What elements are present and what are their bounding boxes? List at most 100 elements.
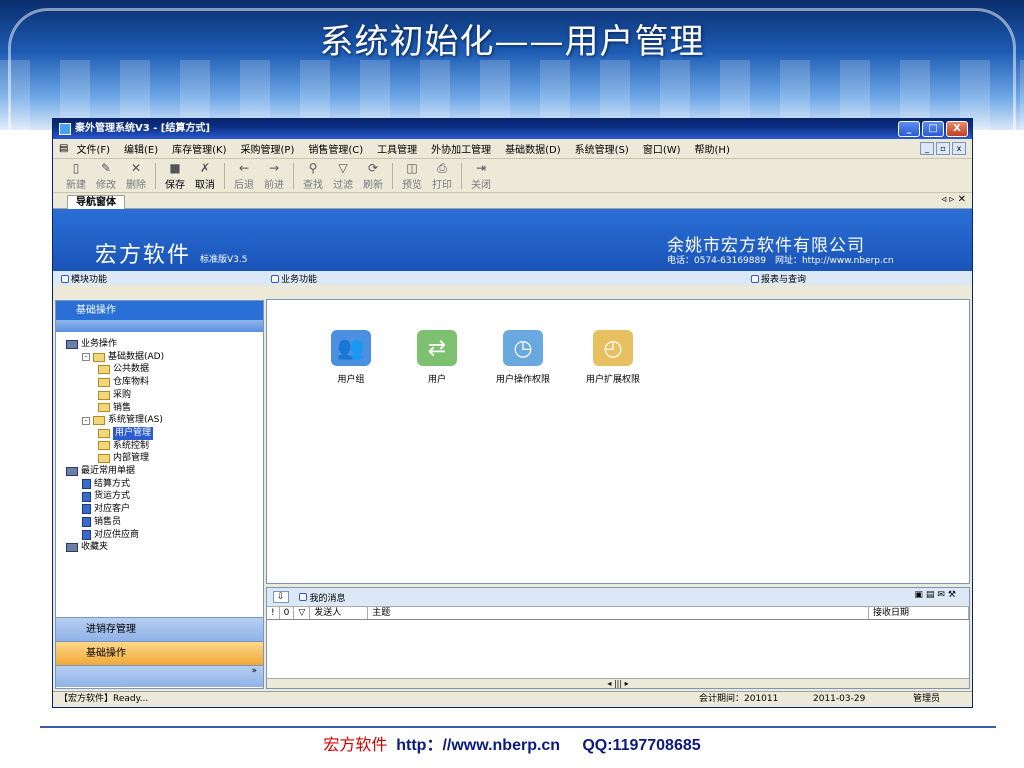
tree-node[interactable]: - 基础数据(AD) [66,351,263,364]
tree-node[interactable]: 对应供应商 [66,529,263,542]
tab-navigation[interactable]: 导航窗体 [67,195,125,209]
menu-item-6[interactable]: 外协加工管理 [431,141,491,156]
menu-item-4[interactable]: 销售管理(C) [308,141,363,156]
brand-name: 宏方软件 标准版V3.5 [95,243,248,268]
tree-node[interactable]: 结算方式 [66,478,263,491]
left-panel-header[interactable]: 基础操作 [56,301,263,320]
toolbar-cancel-button[interactable]: ✗ 取消 [190,160,220,191]
document-icon [82,491,91,502]
column-flag[interactable]: ▽ [294,607,311,619]
status-ready: 【宏方软件】Ready... [59,694,149,704]
toolbar-preview-button[interactable]: ◫ 预览 [397,160,427,191]
nav-basic-ops-button[interactable]: 基础操作 [56,641,263,665]
toolbar-label: 删除 [126,180,146,191]
tree-node[interactable]: - 系统管理(AS) [66,414,263,427]
download-arrow-icon[interactable]: ⇩ [273,591,289,603]
tree-node[interactable]: 系统控制 [66,440,263,453]
slide-footer: 宏方软件 http：//www.nberp.cn QQ:1197708685 [0,731,1024,755]
left-panel-bottom: 进销存管理 基础操作 » [56,617,263,687]
window-titlebar[interactable]: 秦外管理系统V3 - [结算方式] _ □ X [53,119,972,139]
menu-doc-icon[interactable]: ▤ [59,143,68,154]
function-permission-clock[interactable]: ◷ 用户操作权限 [483,330,563,385]
toolbar-back-button[interactable]: ← 后退 [229,160,259,191]
menu-item-1[interactable]: 编辑(E) [124,141,158,156]
tree-node-label: 销售员 [94,516,122,527]
tab-scroll-controls[interactable]: ◃ ▹ ✕ [941,194,966,205]
menu-item-3[interactable]: 采购管理(P) [241,141,295,156]
toolbar-separator [293,162,294,189]
function-calendar-clock[interactable]: ◴ 用户扩展权限 [573,330,653,385]
column-priority[interactable]: ! [267,607,280,619]
tree-node[interactable]: 用户管理 [66,426,263,440]
toolbar-save-button[interactable]: ■ 保存 [160,160,190,191]
tree-node[interactable]: 销售员 [66,516,263,529]
mdi-minimize-icon[interactable]: _ [920,142,934,155]
tree-node[interactable]: 内部管理 [66,452,263,465]
status-bar: 【宏方软件】Ready... 会计期间：201011 2011-03-29 管理… [53,691,972,707]
toolbar-label: 后退 [234,180,254,191]
mdi-close-icon[interactable]: x [952,142,966,155]
toolbar: ▯ 新建 ✎ 修改 ✕ 删除 ■ 保存 ✗ 取消 ← 后退 → 前进 ⚲ 查找 ▽ 过滤 ⟳ 刷新 ◫ 预览 ⎙ 打印 ⇥ 关闭 [53,159,972,193]
toolbar-find-button[interactable]: ⚲ 查找 [298,160,328,191]
menu-item-7[interactable]: 基础数据(D) [505,141,561,156]
menu-item-8[interactable]: 系统管理(S) [575,141,629,156]
column-subject[interactable]: 主题 [368,607,869,619]
column-received-date[interactable]: 接收日期 [869,607,969,619]
tree-node-label: 对应供应商 [94,529,140,540]
close-button[interactable]: X [946,121,968,137]
tree-node[interactable]: 采购 [66,389,263,402]
panel-expand-grip[interactable]: » [56,665,263,687]
toolbar-edit-button[interactable]: ✎ 修改 [91,160,121,191]
tree-node-label: 采购 [113,389,132,400]
collapse-icon[interactable]: - [82,416,90,425]
menu-item-10[interactable]: 帮助(H) [695,141,730,156]
message-tools-icon[interactable]: ▣▤✉⚒ [914,590,959,600]
cancel-icon: ✗ [199,161,211,175]
toolbar-forward-button[interactable]: → 前进 [259,160,289,191]
version-label: 标准版V3.5 [200,255,248,265]
tree-node[interactable]: 收藏夹 [66,541,263,554]
refresh-icon: ⟳ [367,161,379,175]
minimize-button[interactable]: _ [898,121,920,137]
column-attachment[interactable]: 0 [280,607,295,619]
tree-node-label: 货运方式 [94,491,131,502]
function-user-group[interactable]: 👥 用户组 [311,330,391,385]
tree-node-label: 用户管理 [113,426,154,440]
menu-item-2[interactable]: 库存管理(K) [172,141,226,156]
tree-node[interactable]: 最近常用单据 [66,465,263,478]
checkbox-icon [271,274,279,283]
tree-node[interactable]: 公共数据 [66,363,263,376]
mdi-restore-icon[interactable]: ▫ [936,142,950,155]
tree-node-label: 最近常用单据 [81,466,136,477]
tree-node-label: 内部管理 [113,453,150,464]
function-user-doc[interactable]: ⇄ 用户 [397,330,477,385]
tree-node[interactable]: 仓库物料 [66,376,263,389]
function-label: 用户组 [337,375,365,385]
tree-node[interactable]: 货运方式 [66,490,263,503]
maximize-button[interactable]: □ [922,121,944,137]
tree-node[interactable]: 销售 [66,402,263,415]
tree-node-label: 仓库物料 [113,377,150,388]
collapse-icon[interactable]: - [82,353,90,362]
folder-icon [98,390,110,400]
toolbar-close-door-button[interactable]: ⇥ 关闭 [466,160,496,191]
toolbar-new-doc-button[interactable]: ▯ 新建 [61,160,91,191]
folder-icon [98,454,110,464]
section-reports[interactable]: 报表与查询 [751,272,806,285]
horizontal-scrollbar[interactable]: ◂ ||| ▸ [267,678,969,688]
toolbar-filter-button[interactable]: ▽ 过滤 [328,160,358,191]
tree-node-label: 系统管理(AS) [108,415,163,426]
folder-icon [98,403,110,413]
toolbar-delete-button[interactable]: ✕ 删除 [121,160,151,191]
tree-node[interactable]: 业务操作 [66,338,263,351]
menu-item-5[interactable]: 工具管理 [377,141,417,156]
app-window: 秦外管理系统V3 - [结算方式] _ □ X ▤ 文件(F) 编辑(E) 库存管理… [52,118,973,708]
menu-item-0[interactable]: 文件(F) [76,141,110,156]
toolbar-print-button[interactable]: ⎙ 打印 [427,160,457,191]
close-door-icon: ⇥ [475,161,487,175]
toolbar-refresh-button[interactable]: ⟳ 刷新 [358,160,388,191]
nav-jxc-button[interactable]: 进销存管理 [56,617,263,641]
column-sender[interactable]: 发送人 [310,607,369,619]
menu-item-9[interactable]: 窗口(W) [643,141,681,156]
tree-node[interactable]: 对应客户 [66,503,263,516]
